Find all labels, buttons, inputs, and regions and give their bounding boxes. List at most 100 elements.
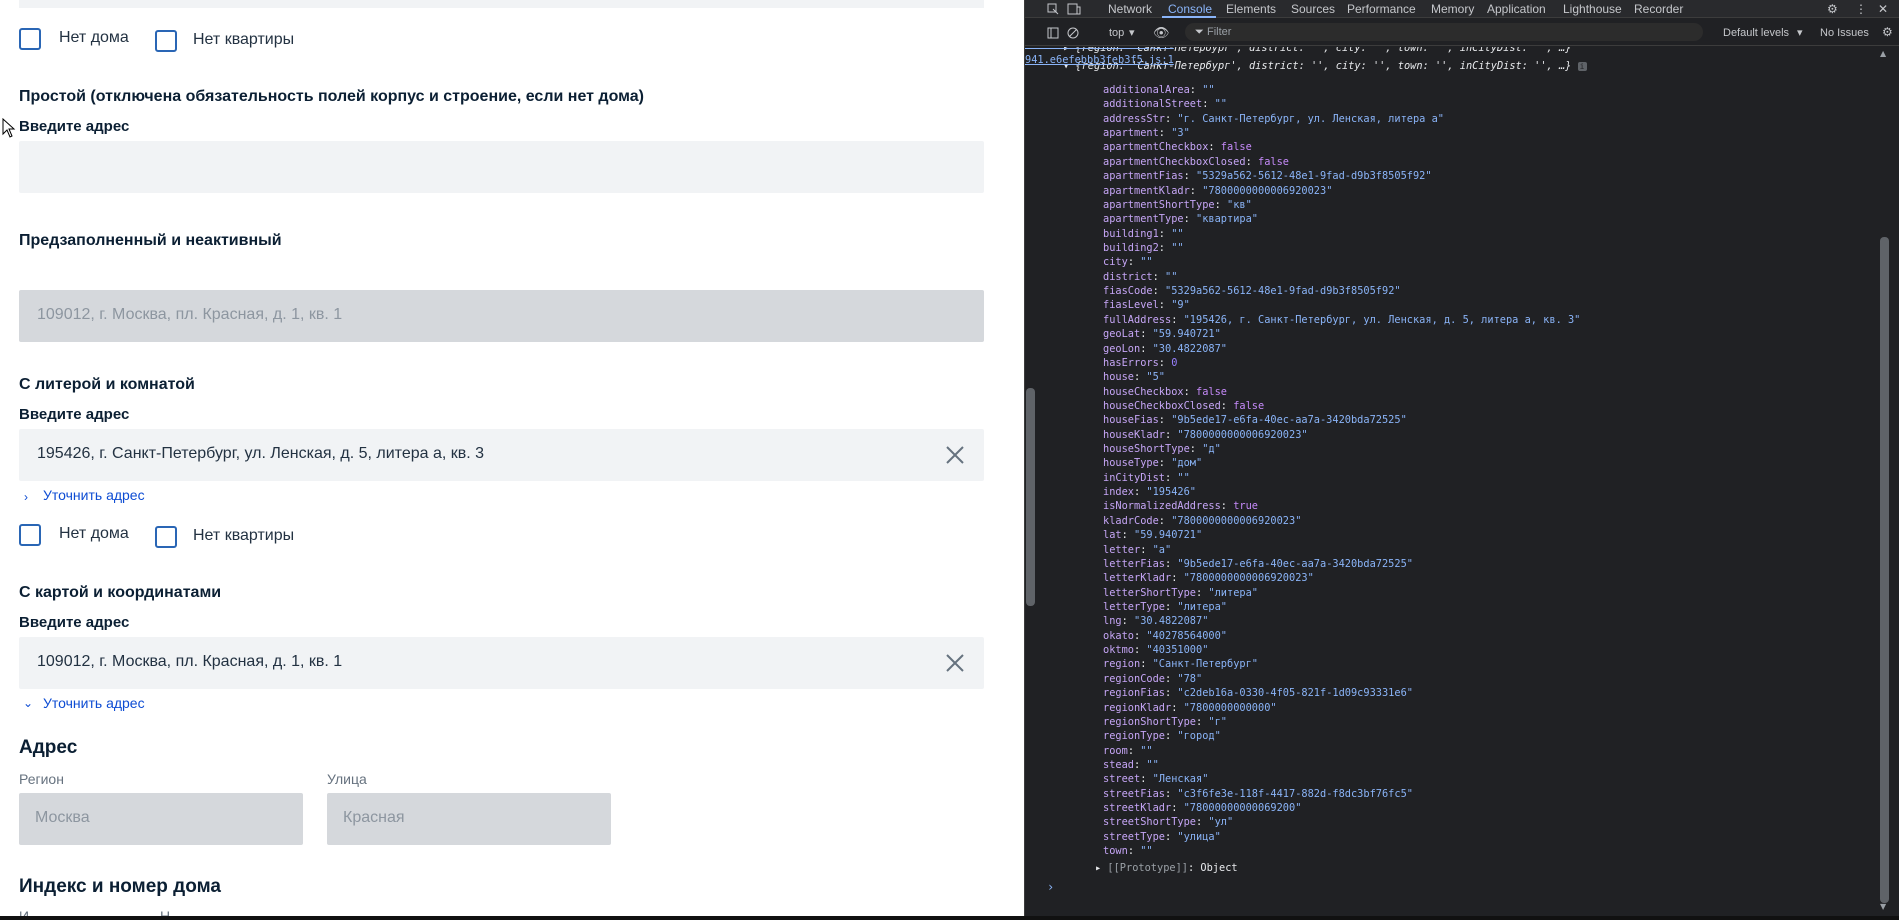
property-row[interactable]: regionCode: "78" bbox=[1103, 672, 1202, 686]
property-key: oktmo bbox=[1103, 644, 1134, 656]
settings-gear-icon[interactable]: ⚙ bbox=[1827, 2, 1838, 16]
property-row[interactable]: apartmentCheckboxClosed: false bbox=[1103, 155, 1289, 169]
property-row[interactable]: street: "Ленская" bbox=[1103, 772, 1208, 786]
property-row[interactable]: additionalStreet: "" bbox=[1103, 97, 1227, 111]
tab-application[interactable]: Application bbox=[1487, 2, 1546, 16]
tab-lighthouse[interactable]: Lighthouse bbox=[1563, 2, 1622, 16]
enter-address-label: Введите адрес bbox=[19, 614, 130, 631]
property-row[interactable]: building2: "" bbox=[1103, 241, 1184, 255]
property-row[interactable]: geoLat: "59.940721" bbox=[1103, 327, 1221, 341]
context-selector[interactable]: top bbox=[1109, 27, 1124, 39]
property-row[interactable]: regionType: "город" bbox=[1103, 729, 1221, 743]
property-row[interactable]: houseFias: "9b5ede17-e6fa-40ec-aa7a-3420… bbox=[1103, 413, 1407, 427]
devtools-left-splitter-thumb[interactable] bbox=[1026, 388, 1035, 606]
property-row[interactable]: letter: "а" bbox=[1103, 543, 1171, 557]
sidebar-toggle-icon[interactable] bbox=[1047, 27, 1059, 39]
property-row[interactable]: additionalArea: "" bbox=[1103, 83, 1215, 97]
tab-sources[interactable]: Sources bbox=[1291, 2, 1335, 16]
no-apartment-checkbox[interactable] bbox=[155, 526, 177, 548]
property-row[interactable]: stead: "" bbox=[1103, 758, 1159, 772]
clear-icon[interactable] bbox=[944, 652, 966, 674]
source-link[interactable]: 941.e6efebbb3feb3f5.js:1 bbox=[1025, 53, 1861, 67]
property-row[interactable]: apartmentKladr: "7800000000006920023" bbox=[1103, 184, 1332, 198]
console-scroll-down-icon[interactable]: ▼ bbox=[1880, 902, 1886, 911]
property-row[interactable]: inCityDist: "" bbox=[1103, 471, 1190, 485]
property-row[interactable]: isNormalizedAddress: true bbox=[1103, 499, 1258, 513]
property-row[interactable]: room: "" bbox=[1103, 744, 1153, 758]
console-prompt-chevron-icon[interactable]: › bbox=[1047, 880, 1054, 894]
property-row[interactable]: region: "Санкт-Петербург" bbox=[1103, 657, 1258, 671]
property-row[interactable]: house: "5" bbox=[1103, 370, 1165, 384]
property-row[interactable]: addressStr: "г. Санкт-Петербург, ул. Лен… bbox=[1103, 112, 1444, 126]
tab-recorder[interactable]: Recorder bbox=[1634, 2, 1683, 16]
property-row[interactable]: houseCheckboxClosed: false bbox=[1103, 399, 1264, 413]
tab-elements[interactable]: Elements bbox=[1226, 2, 1276, 16]
property-row[interactable]: streetFias: "c3f6fe3e-118f-4417-882d-f8d… bbox=[1103, 787, 1413, 801]
console-scrollbar-thumb[interactable] bbox=[1880, 237, 1889, 903]
property-row[interactable]: town: "" bbox=[1103, 844, 1153, 858]
device-toolbar-icon[interactable] bbox=[1067, 3, 1081, 15]
property-row[interactable]: district: "" bbox=[1103, 270, 1177, 284]
refine-address-link[interactable]: Уточнить адрес bbox=[43, 695, 145, 711]
no-house-checkbox[interactable] bbox=[19, 28, 41, 50]
eye-icon[interactable]: 👁 bbox=[1153, 25, 1170, 41]
tab-console[interactable]: Console bbox=[1168, 2, 1212, 16]
property-row[interactable]: houseKladr: "7800000000006920023" bbox=[1103, 428, 1308, 442]
property-row[interactable]: letterType: "литера" bbox=[1103, 600, 1227, 614]
property-row[interactable]: geoLon: "30.4822087" bbox=[1103, 342, 1227, 356]
console-scroll-up-icon[interactable]: ▲ bbox=[1880, 49, 1886, 58]
inspect-element-icon[interactable] bbox=[1047, 3, 1059, 15]
property-row[interactable]: lat: "59.940721" bbox=[1103, 528, 1202, 542]
property-row[interactable]: streetKladr: "78000000000069200" bbox=[1103, 801, 1301, 815]
property-row[interactable]: houseShortType: "д" bbox=[1103, 442, 1221, 456]
console-settings-gear-icon[interactable]: ⚙ bbox=[1882, 25, 1893, 39]
property-row[interactable]: lng: "30.4822087" bbox=[1103, 614, 1208, 628]
property-row[interactable]: apartmentFias: "5329a562-5612-48e1-9fad-… bbox=[1103, 169, 1432, 183]
property-row[interactable]: okato: "40278564000" bbox=[1103, 629, 1227, 643]
no-house-checkbox[interactable] bbox=[19, 524, 41, 546]
page-scrollbar[interactable] bbox=[1008, 0, 1024, 916]
property-row[interactable]: apartmentType: "квартира" bbox=[1103, 212, 1258, 226]
refine-address-link[interactable]: Уточнить адрес bbox=[43, 487, 145, 503]
property-row[interactable]: regionKladr: "7800000000000" bbox=[1103, 701, 1277, 715]
simple-address-input[interactable] bbox=[19, 141, 984, 193]
property-row[interactable]: oktmo: "40351000" bbox=[1103, 643, 1208, 657]
tab-network[interactable]: Network bbox=[1108, 2, 1152, 16]
property-row[interactable]: apartment: "3" bbox=[1103, 126, 1190, 140]
property-row[interactable]: apartmentCheckbox: false bbox=[1103, 140, 1252, 154]
console-scrollbar[interactable] bbox=[1877, 47, 1893, 916]
prototype-row[interactable]: ▸ [[Prototype]]: Object bbox=[1095, 861, 1238, 875]
property-row[interactable]: letterShortType: "литера" bbox=[1103, 586, 1258, 600]
property-row[interactable]: building1: "" bbox=[1103, 227, 1184, 241]
no-apartment-checkbox[interactable] bbox=[155, 30, 177, 52]
property-row[interactable]: fullAddress: "195426, г. Санкт-Петербург… bbox=[1103, 313, 1580, 327]
property-row[interactable]: streetType: "улица" bbox=[1103, 830, 1221, 844]
property-row[interactable]: kladrCode: "7800000000006920023" bbox=[1103, 514, 1301, 528]
property-row[interactable]: houseType: "дом" bbox=[1103, 456, 1202, 470]
map-address-input[interactable]: 109012, г. Москва, пл. Красная, д. 1, кв… bbox=[19, 637, 984, 689]
close-devtools-icon[interactable]: ✕ bbox=[1878, 2, 1888, 16]
property-row[interactable]: fiasLevel: "9" bbox=[1103, 298, 1190, 312]
property-row[interactable]: letterFias: "9b5ede17-e6fa-40ec-aa7a-342… bbox=[1103, 557, 1413, 571]
more-options-icon[interactable]: ⋮ bbox=[1855, 2, 1867, 16]
property-row[interactable]: apartmentShortType: "кв" bbox=[1103, 198, 1252, 212]
property-row[interactable]: fiasCode: "5329a562-5612-48e1-9fad-d9b3f… bbox=[1103, 284, 1401, 298]
property-value: "c3f6fe3e-118f-4417-882d-f8dc3bf76fc5" bbox=[1177, 787, 1413, 800]
property-row[interactable]: regionShortType: "г" bbox=[1103, 715, 1227, 729]
property-row[interactable]: houseCheckbox: false bbox=[1103, 385, 1227, 399]
property-row[interactable]: hasErrors: 0 bbox=[1103, 356, 1177, 370]
tab-memory[interactable]: Memory bbox=[1431, 2, 1474, 16]
log-levels-dropdown[interactable]: Default levels bbox=[1723, 27, 1789, 39]
filter-input[interactable]: ⏷ Filter bbox=[1185, 23, 1703, 41]
issues-counter[interactable]: No Issues bbox=[1820, 27, 1869, 39]
source-link[interactable]: 941.e6efebbb3feb3f5.js:1 bbox=[1025, 47, 1861, 51]
property-row[interactable]: streetShortType: "ул" bbox=[1103, 815, 1233, 829]
property-row[interactable]: regionFias: "c2deb16a-0330-4f05-821f-1d0… bbox=[1103, 686, 1413, 700]
clear-console-icon[interactable] bbox=[1067, 27, 1079, 39]
clear-icon[interactable] bbox=[944, 444, 966, 466]
property-row[interactable]: letterKladr: "7800000000006920023" bbox=[1103, 571, 1314, 585]
tab-performance[interactable]: Performance bbox=[1347, 2, 1416, 16]
litera-address-input[interactable]: 195426, г. Санкт-Петербург, ул. Ленская,… bbox=[19, 429, 984, 481]
property-row[interactable]: index: "195426" bbox=[1103, 485, 1196, 499]
property-row[interactable]: city: "" bbox=[1103, 255, 1153, 269]
